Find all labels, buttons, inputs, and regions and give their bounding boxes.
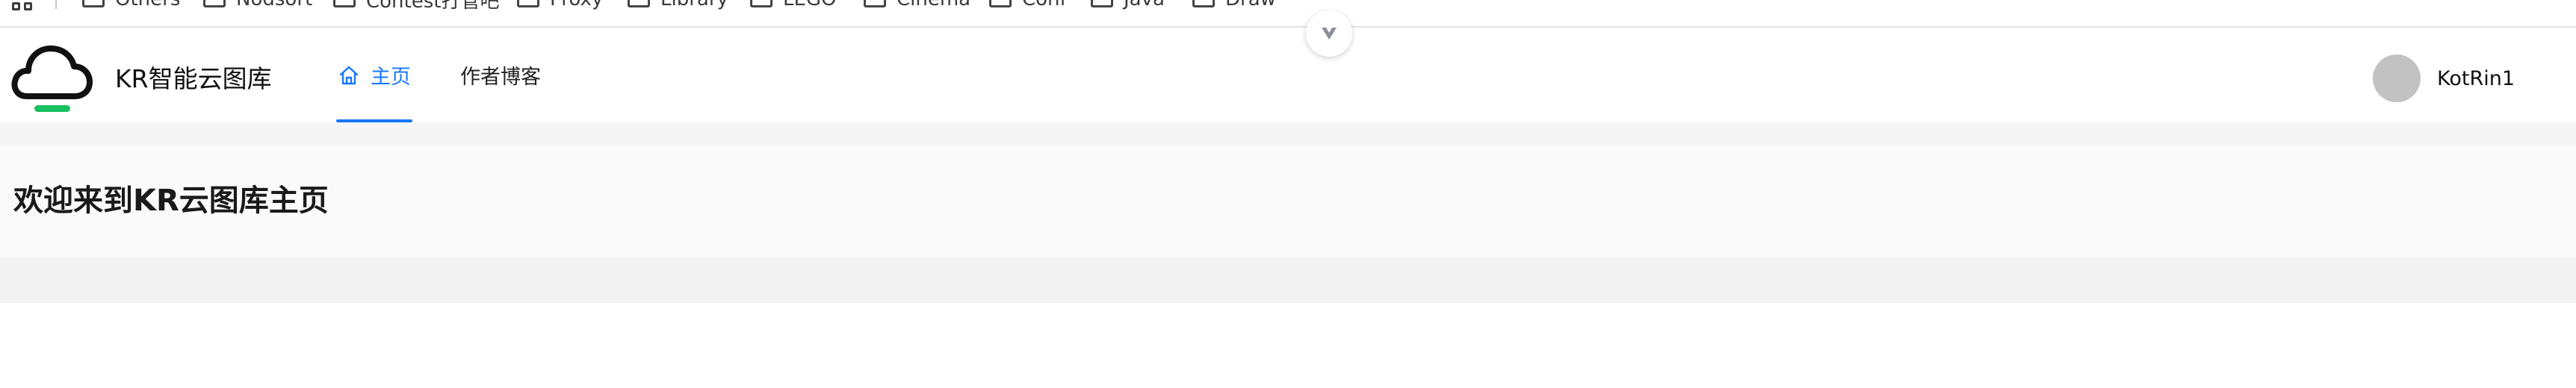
user-name: KotRin1 xyxy=(2437,66,2515,90)
bookmark-nodsort[interactable]: Nodsort xyxy=(203,0,312,10)
avatar[interactable] xyxy=(2373,54,2421,102)
apps-grid-icon[interactable] xyxy=(12,0,33,10)
bookmarks-bar: Others Nodsort Contest打管吧 Proxy Library … xyxy=(0,0,2576,28)
main-nav: 主页 作者博客 xyxy=(333,28,541,122)
folder-icon xyxy=(628,0,650,7)
bookmark-label: Conf xyxy=(1022,0,1067,10)
nav-blog-label: 作者博客 xyxy=(460,66,541,89)
site-title[interactable]: KR智能云图库 xyxy=(115,59,272,95)
bookmark-java[interactable]: Java xyxy=(1091,0,1165,10)
bookmarks-divider xyxy=(55,0,57,9)
bookmark-label: Proxy xyxy=(550,0,603,10)
bookmark-label: Nodsort xyxy=(236,0,312,10)
folder-icon xyxy=(1091,0,1113,7)
folder-icon xyxy=(989,0,1012,7)
page-footer-area xyxy=(0,303,2576,388)
bookmark-draw[interactable]: Draw xyxy=(1192,0,1276,10)
page-title: 欢迎来到KR云图库主页 xyxy=(13,184,329,218)
collapse-toggle-button[interactable] xyxy=(1306,10,1352,57)
bookmark-label: Draw xyxy=(1225,0,1276,10)
nav-item-home[interactable]: 主页 xyxy=(333,28,415,122)
user-menu[interactable]: KotRin1 xyxy=(2373,54,2515,102)
content-bottom-spacer xyxy=(0,258,2576,303)
bookmark-label: Library xyxy=(660,0,728,10)
nav-item-blog[interactable]: 作者博客 xyxy=(460,28,541,122)
nav-home-label: 主页 xyxy=(371,66,411,89)
folder-icon xyxy=(517,0,539,7)
folder-icon xyxy=(750,0,773,7)
bookmark-library[interactable]: Library xyxy=(628,0,728,10)
chevron-down-icon xyxy=(1322,28,1337,40)
folder-icon xyxy=(864,0,886,7)
bookmark-label: Java xyxy=(1124,0,1165,10)
main-content: 欢迎来到KR云图库主页 xyxy=(0,146,2576,258)
bookmark-cinema[interactable]: Cinema xyxy=(864,0,970,10)
bookmark-conf[interactable]: Conf xyxy=(989,0,1067,10)
cloud-logo-icon[interactable] xyxy=(10,37,94,114)
app-header: KR智能云图库 主页 作者博客 KotRin1 xyxy=(0,10,2576,122)
bookmark-label: Cinema xyxy=(897,0,970,10)
folder-icon xyxy=(203,0,226,7)
folder-icon xyxy=(1192,0,1215,7)
content-top-spacer xyxy=(0,122,2576,146)
folder-icon xyxy=(333,0,356,7)
bookmark-others[interactable]: Others xyxy=(82,0,180,10)
bookmark-lego[interactable]: LEGO xyxy=(750,0,837,10)
bookmark-proxy[interactable]: Proxy xyxy=(517,0,603,10)
bookmark-label: Contest打管吧 xyxy=(366,0,500,13)
bookmark-label: Others xyxy=(115,0,180,10)
folder-icon xyxy=(82,0,105,7)
bookmark-label: LEGO xyxy=(783,0,837,10)
bookmark-contest[interactable]: Contest打管吧 xyxy=(333,0,500,13)
home-icon xyxy=(339,66,359,84)
